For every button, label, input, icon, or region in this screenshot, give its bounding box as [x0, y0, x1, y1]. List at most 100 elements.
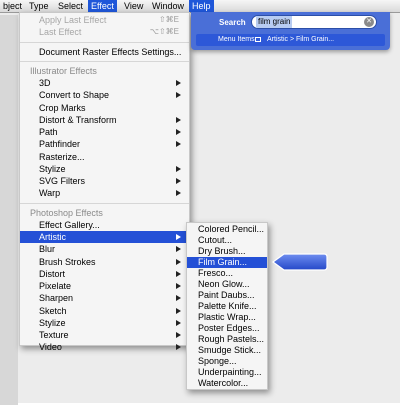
- menu-item-fresco[interactable]: Fresco...: [187, 268, 267, 279]
- menu-item-label: Video: [39, 342, 62, 353]
- menu-separator: [20, 41, 189, 43]
- menu-item-crop-marks[interactable]: Crop Marks: [20, 102, 189, 114]
- menu-section-header: Illustrator Effects: [20, 65, 189, 77]
- submenu-arrow-icon: [176, 92, 181, 99]
- menubar-item-bject[interactable]: bject: [0, 0, 25, 12]
- menu-item-label: Artistic: [39, 232, 66, 242]
- menu-item-label: Photoshop Effects: [30, 207, 103, 218]
- menu-item-sponge[interactable]: Sponge...: [187, 356, 267, 367]
- menu-item-texture[interactable]: Texture: [20, 329, 189, 341]
- menubar-item-help[interactable]: Help: [189, 0, 214, 12]
- submenu-arrow-icon: [176, 116, 181, 123]
- menu-item-icon: [255, 37, 261, 42]
- menu-item-artistic[interactable]: Artistic: [20, 231, 189, 244]
- menu-item-label: Smudge Stick...: [198, 345, 262, 355]
- menu-item-warp[interactable]: Warp: [20, 187, 189, 199]
- menu-item-document-raster-effects-settings[interactable]: Document Raster Effects Settings...: [20, 46, 189, 58]
- menu-item-cutout[interactable]: Cutout...: [187, 235, 267, 246]
- menu-item-label: Underpainting...: [198, 367, 262, 377]
- menu-item-watercolor[interactable]: Watercolor...: [187, 378, 267, 389]
- menu-item-convert-to-shape[interactable]: Convert to Shape: [20, 89, 189, 101]
- menu-item-label: Palette Knife...: [198, 301, 257, 311]
- menu-item-pixelate[interactable]: Pixelate: [20, 280, 189, 292]
- menu-item-brush-strokes[interactable]: Brush Strokes: [20, 256, 189, 268]
- submenu-arrow-icon: [176, 270, 181, 277]
- menu-item-distort-transform[interactable]: Distort & Transform: [20, 114, 189, 126]
- menu-item-plastic-wrap[interactable]: Plastic Wrap...: [187, 312, 267, 323]
- menubar-item-select[interactable]: Select: [55, 0, 86, 12]
- menu-item-stylize[interactable]: Stylize: [20, 317, 189, 329]
- menu-item-palette-knife[interactable]: Palette Knife...: [187, 301, 267, 312]
- menubar-item-type[interactable]: Type: [26, 0, 52, 12]
- menu-item-label: Sketch: [39, 305, 67, 316]
- menu-item-label: Paint Daubs...: [198, 290, 255, 300]
- effect-menu: Apply Last Effect ⇧⌘E Last Effect ⌥⇧⌘E Docum…: [19, 12, 190, 352]
- menu-item-label: Poster Edges...: [198, 323, 260, 333]
- menu-item-sharpen[interactable]: Sharpen: [20, 292, 189, 304]
- menu-separator: [20, 60, 189, 62]
- menu-item-label: Pathfinder: [39, 139, 81, 150]
- menu-item-label: Texture: [39, 330, 69, 340]
- menu-item-label: Pixelate: [39, 281, 72, 291]
- search-input[interactable]: film grain ✕: [251, 15, 377, 29]
- menu-item-label: Neon Glow...: [198, 279, 250, 289]
- menu-item-poster-edges[interactable]: Poster Edges...: [187, 323, 267, 334]
- menu-item-dry-brush[interactable]: Dry Brush...: [187, 246, 267, 257]
- menubar-item-window[interactable]: Window: [149, 0, 187, 12]
- clear-search-icon[interactable]: ✕: [364, 17, 374, 27]
- menu-section-header: Photoshop Effects: [20, 207, 189, 219]
- menu-item-label: Colored Pencil...: [198, 224, 265, 234]
- menu-item-svg-filters[interactable]: SVG Filters: [20, 175, 189, 187]
- menubar-item-effect[interactable]: Effect: [88, 0, 117, 12]
- search-label: Search: [219, 18, 246, 27]
- menu-item-apply-last-effect: Apply Last Effect ⇧⌘E: [20, 14, 189, 26]
- submenu-arrow-icon: [176, 295, 181, 302]
- menu-item-label: 3D: [39, 78, 51, 88]
- menu-item-effect-gallery[interactable]: Effect Gallery...: [20, 219, 189, 231]
- menu-item-rough-pastels[interactable]: Rough Pastels...: [187, 334, 267, 345]
- menu-item-label: Document Raster Effects Settings...: [39, 46, 182, 57]
- menu-item-label: Blur: [39, 244, 56, 255]
- menu-item-distort[interactable]: Distort: [20, 268, 189, 280]
- menu-item-3d[interactable]: 3D: [20, 77, 189, 89]
- search-result-row[interactable]: Menu Items Artistic > Film Grain...: [196, 34, 385, 46]
- menu-item-sketch[interactable]: Sketch: [20, 305, 189, 317]
- menu-item-video[interactable]: Video: [20, 341, 189, 353]
- menu-item-film-grain[interactable]: Film Grain...: [187, 257, 267, 268]
- submenu-arrow-icon: [176, 283, 181, 289]
- submenu-arrow-icon: [176, 129, 181, 135]
- menu-item-blur[interactable]: Blur: [20, 243, 189, 255]
- menu-item-label: Film Grain...: [198, 257, 248, 267]
- menu-item-underpainting[interactable]: Underpainting...: [187, 367, 267, 378]
- submenu-arrow-icon: [176, 319, 181, 326]
- menu-item-label: Last Effect: [39, 27, 82, 38]
- menu-item-pathfinder[interactable]: Pathfinder: [20, 138, 189, 150]
- menu-items-label: Menu Items: [218, 36, 255, 43]
- menu-item-label: Watercolor...: [198, 378, 249, 388]
- submenu-arrow-icon: [176, 307, 181, 314]
- menu-item-label: Illustrator Effects: [30, 65, 97, 76]
- left-panel-area: [0, 15, 18, 405]
- submenu-arrow-icon: [176, 234, 181, 240]
- callout-arrow-icon: [272, 253, 328, 271]
- submenu-arrow-icon: [176, 165, 181, 172]
- menu-item-neon-glow[interactable]: Neon Glow...: [187, 279, 267, 290]
- menu-item-path[interactable]: Path: [20, 126, 189, 138]
- menu-item-stylize[interactable]: Stylize: [20, 163, 189, 175]
- menubar-item-view[interactable]: View: [121, 0, 146, 12]
- menu-item-label: Plastic Wrap...: [198, 312, 256, 322]
- menu-item-colored-pencil[interactable]: Colored Pencil...: [187, 224, 267, 235]
- menu-item-smudge-stick[interactable]: Smudge Stick...: [187, 345, 267, 356]
- menu-item-paint-daubs[interactable]: Paint Daubs...: [187, 290, 267, 301]
- menu-item-label: Dry Brush...: [198, 246, 246, 256]
- menu-item-label: Apply Last Effect: [39, 15, 107, 25]
- submenu-arrow-icon: [176, 246, 181, 253]
- help-search-panel: Search film grain ✕ Menu Items Artistic …: [191, 12, 390, 50]
- search-query: film grain: [256, 16, 293, 28]
- menu-item-label: Brush Strokes: [39, 256, 96, 267]
- menu-item-rasterize[interactable]: Rasterize...: [20, 151, 189, 163]
- menu-item-label: Path: [39, 127, 58, 137]
- menu-item-label: Distort: [39, 268, 66, 279]
- submenu-arrow-icon: [176, 258, 181, 265]
- submenu-arrow-icon: [176, 141, 181, 148]
